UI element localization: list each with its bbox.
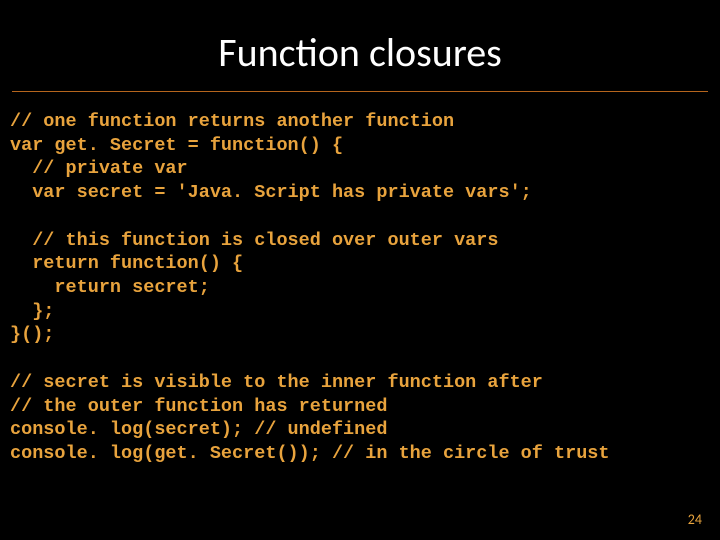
- blank-line: [10, 347, 710, 371]
- code-line: // private var: [10, 157, 710, 181]
- page-number: 24: [688, 511, 702, 528]
- code-line: // secret is visible to the inner functi…: [10, 371, 710, 395]
- code-line: var secret = 'Java. Script has private v…: [10, 181, 710, 205]
- code-line: return function() {: [10, 252, 710, 276]
- code-block: // one function returns another function…: [0, 92, 720, 466]
- code-line: // this function is closed over outer va…: [10, 229, 710, 253]
- code-line: return secret;: [10, 276, 710, 300]
- code-line: var get. Secret = function() {: [10, 134, 710, 158]
- blank-line: [10, 205, 710, 229]
- code-line: console. log(secret); // undefined: [10, 418, 710, 442]
- code-line: }();: [10, 323, 710, 347]
- code-line: // one function returns another function: [10, 110, 710, 134]
- code-line: };: [10, 300, 710, 324]
- slide: Function closures // one function return…: [0, 0, 720, 540]
- slide-title: Function closures: [12, 0, 708, 92]
- code-line: // the outer function has returned: [10, 395, 710, 419]
- code-line: console. log(get. Secret()); // in the c…: [10, 442, 710, 466]
